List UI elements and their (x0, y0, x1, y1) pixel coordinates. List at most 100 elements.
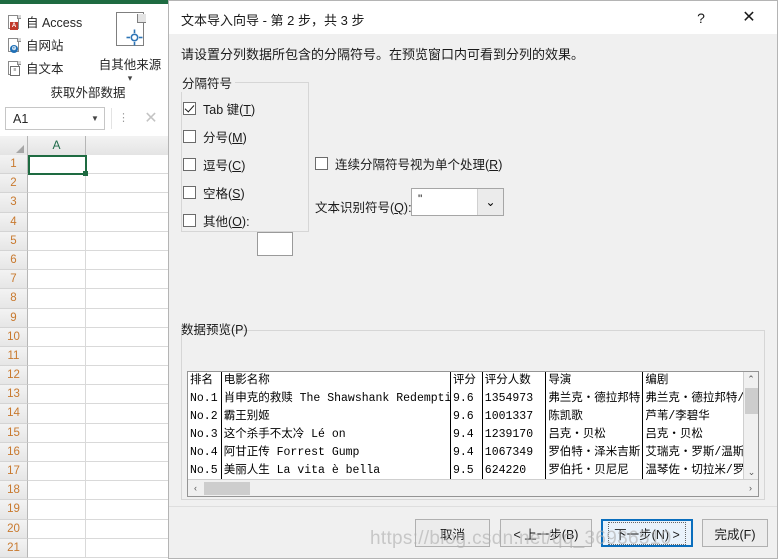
grid-cell[interactable] (28, 481, 86, 501)
text-qualifier-combobox[interactable]: " ⌄ (411, 188, 504, 216)
grid-cell[interactable] (86, 212, 180, 232)
preview-column-header[interactable]: 排名 (188, 372, 222, 390)
name-box[interactable]: A1 ▼ (5, 107, 105, 130)
grid-cell[interactable] (86, 442, 180, 462)
grid-cell[interactable] (86, 500, 180, 520)
checkbox-comma-box[interactable] (183, 158, 196, 171)
next-button[interactable]: 下一步(N) > (601, 519, 693, 547)
preview-column-header[interactable]: 编剧 (643, 372, 744, 390)
grid-cell[interactable] (86, 327, 180, 347)
checkbox-space[interactable]: 空格(S) (183, 183, 245, 202)
grid-cell[interactable] (86, 404, 180, 424)
grid-cell[interactable] (28, 366, 86, 386)
row-header[interactable]: 17 (0, 462, 28, 482)
ribbon-button-from-text[interactable]: ≡ 自文本 (8, 58, 64, 77)
grid-cell[interactable] (28, 404, 86, 424)
vertical-scroll-thumb[interactable] (745, 388, 758, 414)
row-header[interactable]: 20 (0, 519, 28, 539)
ribbon-button-from-web[interactable]: ⊕ 自网站 (8, 35, 64, 54)
preview-column-header[interactable]: 评分 (451, 372, 483, 390)
selected-cell-a1[interactable] (28, 155, 88, 176)
grid-cell[interactable] (28, 500, 86, 520)
back-button[interactable]: < 上一步(B) (500, 519, 592, 547)
row-header[interactable]: 11 (0, 346, 28, 367)
other-delimiter-input[interactable] (257, 232, 293, 256)
row-header[interactable]: 14 (0, 404, 28, 424)
grid-cell[interactable] (86, 423, 180, 443)
grid-cell[interactable] (28, 346, 86, 367)
grid-cell[interactable] (28, 442, 86, 462)
grid-cell[interactable] (86, 174, 180, 194)
data-preview-pane[interactable]: 排名 电影名称 评分 评分人数 导演 编剧 No.1 肖申克的救赎 The Shawshank… (187, 371, 759, 497)
row-header[interactable]: 16 (0, 442, 28, 462)
grid-cell[interactable] (28, 519, 86, 539)
grid-cell[interactable] (28, 327, 86, 347)
grid-cell[interactable] (86, 270, 180, 290)
chevron-down-icon[interactable]: ▾ (92, 74, 168, 83)
horizontal-scroll-thumb[interactable] (204, 482, 250, 495)
checkbox-space-box[interactable] (183, 186, 196, 199)
preview-vertical-scrollbar[interactable]: ⌃ ⌄ (743, 372, 758, 479)
row-header[interactable]: 9 (0, 308, 28, 328)
row-header[interactable]: 21 (0, 538, 28, 558)
row-header[interactable]: 10 (0, 327, 28, 347)
grid-cell[interactable] (86, 193, 180, 213)
grid-cell[interactable] (86, 366, 180, 386)
row-header[interactable]: 5 (0, 231, 28, 251)
row-header[interactable]: 7 (0, 270, 28, 290)
grid-cell[interactable] (28, 385, 86, 405)
grid-cell[interactable] (86, 155, 180, 175)
scroll-right-icon[interactable]: › (743, 480, 758, 496)
checkbox-other[interactable]: 其他(O): (183, 211, 250, 230)
preview-column-header[interactable]: 评分人数 (483, 372, 547, 390)
grid-cell[interactable] (28, 462, 86, 482)
row-header[interactable]: 12 (0, 366, 28, 386)
grid-cell[interactable] (86, 481, 180, 501)
grid-cell[interactable] (86, 462, 180, 482)
grid-cell[interactable] (86, 250, 180, 271)
cancel-button[interactable]: 取消 (415, 519, 490, 547)
scroll-up-icon[interactable]: ⌃ (744, 372, 758, 386)
grid-cell[interactable] (86, 385, 180, 405)
checkbox-treat-consecutive-box[interactable] (315, 157, 328, 170)
checkbox-tab-box[interactable] (183, 102, 196, 115)
preview-column-header[interactable]: 导演 (546, 372, 644, 390)
row-header[interactable]: 3 (0, 193, 28, 213)
grid-cell[interactable] (28, 308, 86, 328)
grid-cell[interactable] (28, 193, 86, 213)
scroll-down-icon[interactable]: ⌄ (744, 465, 758, 479)
grid-cell[interactable] (28, 250, 86, 271)
chevron-down-icon[interactable]: ▼ (86, 114, 104, 123)
close-icon[interactable]: ✕ (140, 110, 162, 128)
grid-cell[interactable] (86, 346, 180, 367)
help-icon[interactable]: ? (685, 5, 717, 31)
row-header[interactable]: 18 (0, 481, 28, 501)
ribbon-button-from-other-sources[interactable]: 自其他来源 ▾ (92, 12, 168, 83)
checkbox-treat-consecutive[interactable]: 连续分隔符号视为单个处理(R) (315, 154, 502, 173)
fill-handle[interactable] (83, 171, 88, 176)
column-header-a[interactable]: A (28, 136, 86, 155)
grid-cell[interactable] (28, 174, 86, 194)
spreadsheet-grid[interactable]: A 1 2 3 4 5 6 7 8 9 10 11 12 13 14 15 16 17 18 19 20 21 (0, 136, 180, 559)
grid-cell[interactable] (28, 538, 86, 558)
grid-cell[interactable] (28, 231, 86, 251)
ribbon-button-from-access[interactable]: A 自 Access (8, 12, 82, 31)
select-all-corner[interactable] (0, 136, 28, 155)
row-header[interactable]: 1 (0, 155, 28, 175)
close-icon[interactable]: ✕ (729, 5, 769, 31)
grid-cell[interactable] (28, 212, 86, 232)
grid-cell[interactable] (86, 519, 180, 539)
row-header[interactable]: 8 (0, 289, 28, 309)
checkbox-semicolon[interactable]: 分号(M) (183, 127, 247, 146)
checkbox-tab[interactable]: Tab 键(T) (183, 99, 255, 118)
checkbox-other-box[interactable] (183, 214, 196, 227)
row-header[interactable]: 6 (0, 250, 28, 271)
preview-column-header[interactable]: 电影名称 (222, 372, 451, 390)
grid-cell[interactable] (86, 231, 180, 251)
vertical-dots-icon[interactable]: ⋮ (118, 113, 129, 124)
column-header-b[interactable] (87, 136, 180, 155)
row-header[interactable]: 13 (0, 385, 28, 405)
finish-button[interactable]: 完成(F) (702, 519, 768, 547)
grid-cell[interactable] (28, 270, 86, 290)
row-header[interactable]: 2 (0, 174, 28, 194)
